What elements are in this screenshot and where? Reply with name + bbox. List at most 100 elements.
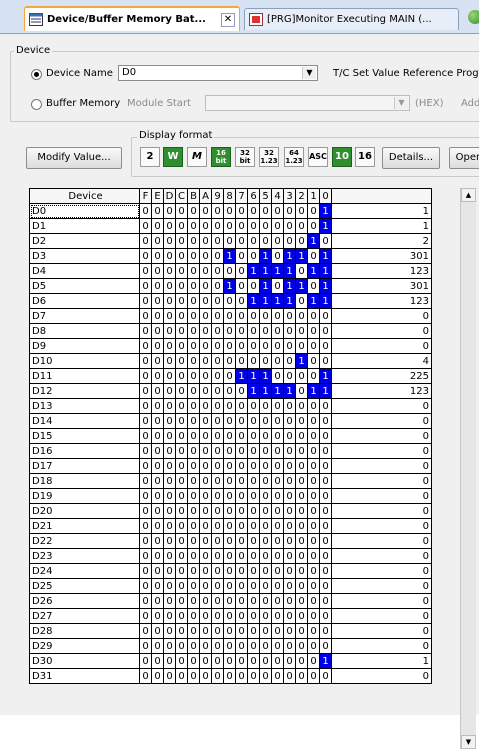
bit-cell[interactable]: 0 <box>271 278 284 294</box>
bit-cell[interactable]: 0 <box>259 203 272 219</box>
device-cell[interactable]: D23 <box>30 548 140 564</box>
bit-cell[interactable]: 0 <box>283 548 296 564</box>
bit-cell[interactable]: 0 <box>211 248 224 264</box>
value-cell[interactable]: 0 <box>331 638 432 654</box>
bit-cell[interactable]: 0 <box>319 548 332 564</box>
bit-cell[interactable]: 0 <box>235 638 248 654</box>
bit-cell[interactable]: 0 <box>175 473 188 489</box>
bit-cell[interactable]: 0 <box>319 398 332 414</box>
bit-cell[interactable]: 0 <box>307 578 320 594</box>
bit-cell[interactable]: 0 <box>307 668 320 684</box>
bit-cell[interactable]: 0 <box>163 548 176 564</box>
bit-cell[interactable]: 0 <box>163 248 176 264</box>
bit-cell[interactable]: 1 <box>247 368 260 384</box>
bit-cell[interactable]: 0 <box>271 353 284 369</box>
bit-cell[interactable]: 0 <box>259 533 272 549</box>
bit-cell[interactable]: 0 <box>211 323 224 339</box>
bit-cell[interactable]: 0 <box>199 353 212 369</box>
table-row[interactable]: D15 0 0 0 0 0 0 0 0 0 0 0 0 0 0 0 0 0 <box>30 428 432 444</box>
table-row[interactable]: D12 0 0 0 0 0 0 0 0 0 1 1 1 1 0 1 1 123 <box>30 383 432 399</box>
bit-cell[interactable]: 0 <box>139 638 152 654</box>
bit-cell[interactable]: 0 <box>271 233 284 249</box>
bit-cell[interactable]: 0 <box>235 308 248 324</box>
bit-cell[interactable]: 0 <box>295 413 308 429</box>
bit-cell[interactable]: 0 <box>283 593 296 609</box>
bit-cell[interactable]: 0 <box>319 413 332 429</box>
bit-cell[interactable]: 0 <box>187 593 200 609</box>
bit-cell[interactable]: 0 <box>307 533 320 549</box>
bit-cell[interactable]: 0 <box>151 308 164 324</box>
device-cell[interactable]: D13 <box>30 398 140 414</box>
bit-cell[interactable]: 0 <box>295 368 308 384</box>
bit-cell[interactable]: 0 <box>151 443 164 459</box>
bit-cell[interactable]: 0 <box>187 653 200 669</box>
bit-cell[interactable]: 0 <box>199 338 212 354</box>
bit-cell[interactable]: 0 <box>295 308 308 324</box>
bit-cell[interactable]: 0 <box>295 563 308 579</box>
bit-cell[interactable]: 0 <box>139 233 152 249</box>
bit-cell[interactable]: 0 <box>235 233 248 249</box>
bit-cell[interactable]: 0 <box>199 293 212 309</box>
bit-cell[interactable]: 0 <box>211 443 224 459</box>
bit-cell[interactable]: 0 <box>247 503 260 519</box>
bit-cell[interactable]: 1 <box>307 233 320 249</box>
bit-cell[interactable]: 0 <box>319 503 332 519</box>
bit-cell[interactable]: 0 <box>139 278 152 294</box>
bit-cell[interactable]: 0 <box>295 503 308 519</box>
bit-cell[interactable]: 0 <box>151 293 164 309</box>
bit-cell[interactable]: 0 <box>283 338 296 354</box>
bit-cell[interactable]: 0 <box>271 413 284 429</box>
bit-cell[interactable]: 0 <box>175 278 188 294</box>
table-row[interactable]: D14 0 0 0 0 0 0 0 0 0 0 0 0 0 0 0 0 0 <box>30 413 432 429</box>
globe-icon[interactable] <box>468 10 479 24</box>
bit-cell[interactable]: 0 <box>211 608 224 624</box>
bit-cell[interactable]: 0 <box>271 548 284 564</box>
bit-cell[interactable]: 0 <box>151 263 164 279</box>
bit-cell[interactable]: 0 <box>235 413 248 429</box>
bit-cell[interactable]: 0 <box>223 533 236 549</box>
bit-cell[interactable]: 0 <box>259 398 272 414</box>
bit-cell[interactable]: 0 <box>151 533 164 549</box>
value-cell[interactable]: 0 <box>331 398 432 414</box>
table-row[interactable]: D26 0 0 0 0 0 0 0 0 0 0 0 0 0 0 0 0 0 <box>30 593 432 609</box>
bit-cell[interactable]: 0 <box>151 653 164 669</box>
bit-cell[interactable]: 0 <box>259 578 272 594</box>
bit-cell[interactable]: 0 <box>295 548 308 564</box>
bit-cell[interactable]: 0 <box>187 503 200 519</box>
bit-cell[interactable]: 0 <box>283 638 296 654</box>
bit-cell[interactable]: 0 <box>307 398 320 414</box>
device-name-radio[interactable] <box>31 69 42 80</box>
bit-cell[interactable]: 0 <box>211 278 224 294</box>
format-ascii-button[interactable]: ASC <box>308 147 328 167</box>
bit-cell[interactable]: 0 <box>175 653 188 669</box>
bit-cell[interactable]: 0 <box>271 308 284 324</box>
device-cell[interactable]: D21 <box>30 518 140 534</box>
bit-cell[interactable]: 0 <box>271 428 284 444</box>
bit-cell[interactable]: 0 <box>319 578 332 594</box>
table-row[interactable]: D9 0 0 0 0 0 0 0 0 0 0 0 0 0 0 0 0 0 <box>30 338 432 354</box>
value-cell[interactable]: 123 <box>331 293 432 309</box>
bit-cell[interactable]: 0 <box>235 353 248 369</box>
bit-cell[interactable]: 0 <box>151 548 164 564</box>
close-icon[interactable]: ✕ <box>221 13 235 27</box>
bit-cell[interactable]: 0 <box>163 473 176 489</box>
bit-cell[interactable]: 0 <box>307 218 320 234</box>
bit-cell[interactable]: 0 <box>307 488 320 504</box>
bit-cell[interactable]: 0 <box>223 263 236 279</box>
bit-cell[interactable]: 0 <box>139 398 152 414</box>
bit-cell[interactable]: 0 <box>319 668 332 684</box>
bit-cell[interactable]: 0 <box>295 488 308 504</box>
table-row[interactable]: D22 0 0 0 0 0 0 0 0 0 0 0 0 0 0 0 0 0 <box>30 533 432 549</box>
bit-cell[interactable]: 0 <box>235 623 248 639</box>
bit-cell[interactable]: 0 <box>247 338 260 354</box>
bit-cell[interactable]: 0 <box>223 308 236 324</box>
table-row[interactable]: D5 0 0 0 0 0 0 0 1 0 0 1 0 1 1 0 1 301 <box>30 278 432 294</box>
value-cell[interactable]: 0 <box>331 668 432 684</box>
bit-cell[interactable]: 0 <box>223 233 236 249</box>
bit-cell[interactable]: 0 <box>175 548 188 564</box>
device-cell[interactable]: D28 <box>30 623 140 639</box>
bit-cell[interactable]: 0 <box>163 638 176 654</box>
bit-cell[interactable]: 0 <box>307 368 320 384</box>
bit-cell[interactable]: 0 <box>163 428 176 444</box>
device-monitor-grid[interactable]: Device F E D C B A 9 8 7 6 5 4 3 2 1 0 D0 0 0 0 0 0 0 0 0 0 0 0 0 0 0 0 1… <box>29 188 432 684</box>
